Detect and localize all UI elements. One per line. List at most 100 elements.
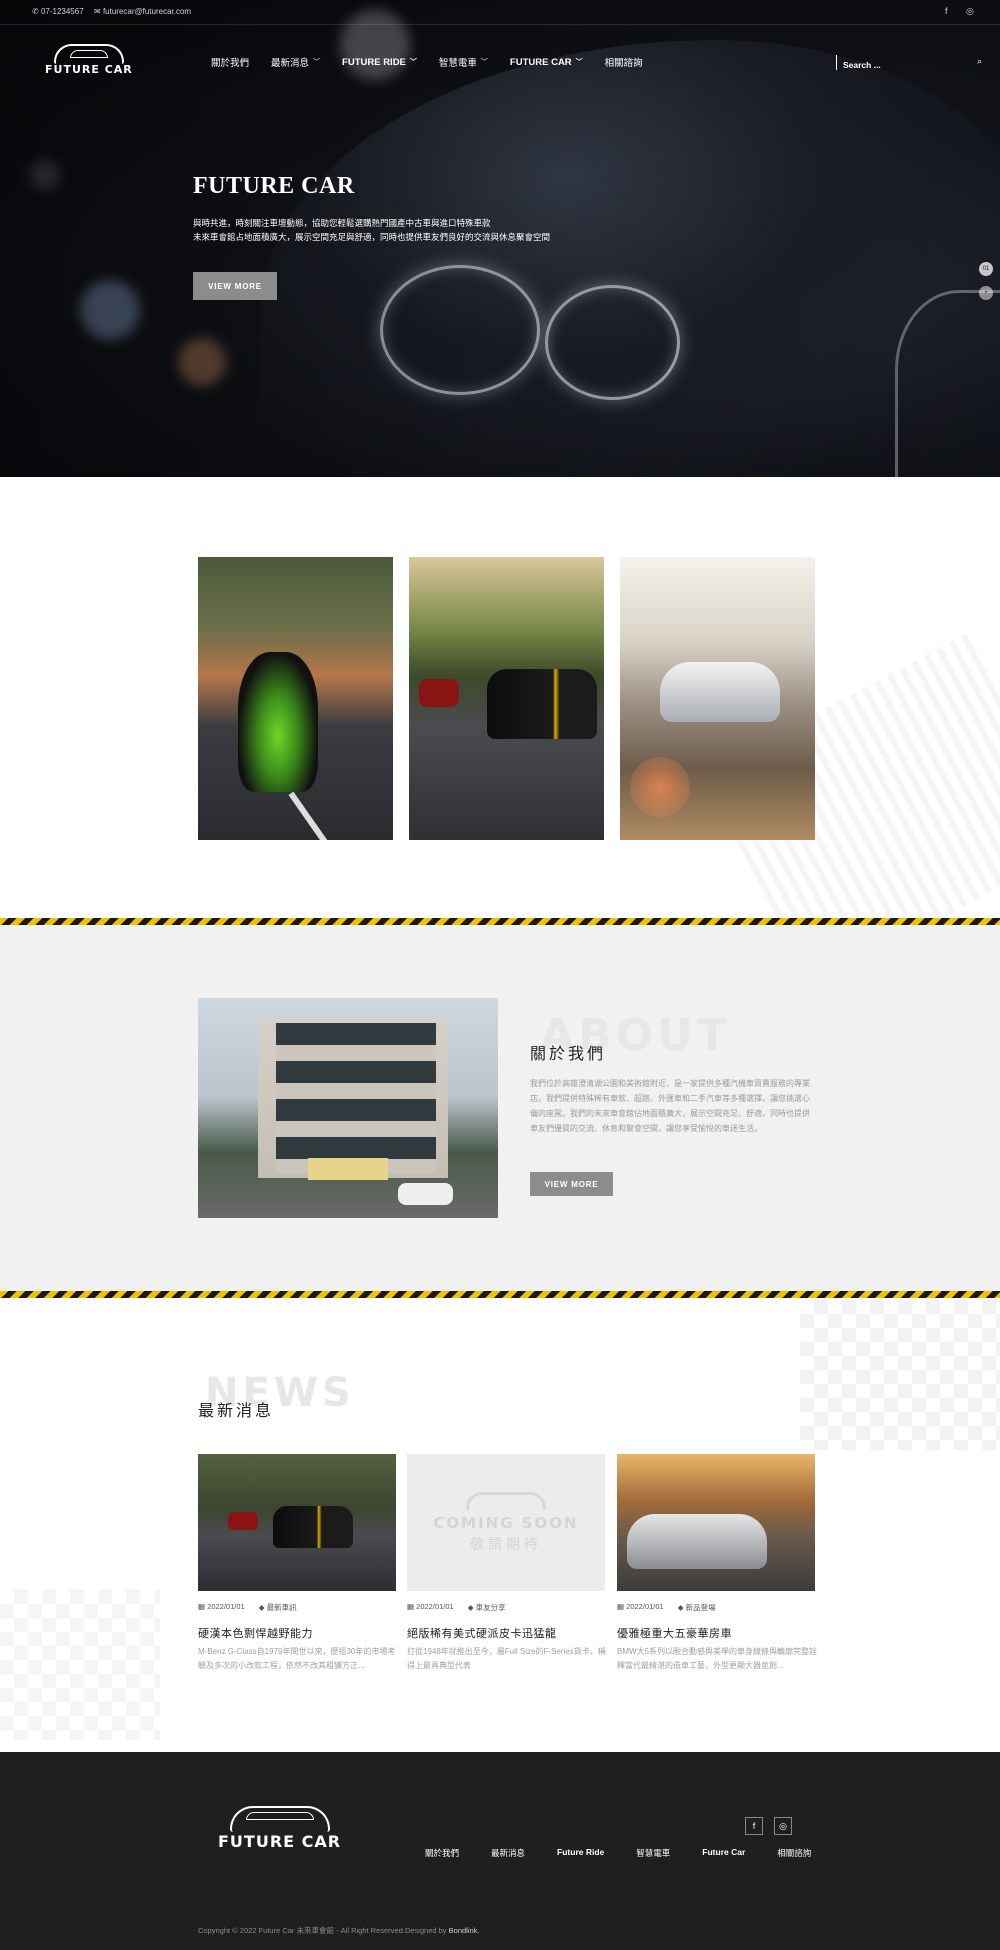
motorcycle-rider-shape — [238, 652, 318, 792]
footer-link-consult[interactable]: 相關諮詢 — [777, 1847, 811, 1859]
car-logo-icon — [53, 44, 124, 64]
photo-silver-sports-car[interactable] — [620, 557, 815, 840]
about-building-photo[interactable] — [198, 998, 498, 1218]
news-date: 2022/01/01 — [416, 1602, 454, 1611]
news-title-1[interactable]: 硬漢本色剽悍越野能力 — [198, 1625, 313, 1641]
footer-instagram-icon[interactable]: ◎ — [774, 1817, 792, 1835]
nav-label: 相關諮詢 — [604, 58, 643, 69]
nav-item-about[interactable]: 關於我們 — [211, 55, 249, 69]
footer-link-news[interactable]: 最新消息 — [491, 1847, 525, 1859]
checkered-flag-decoration — [0, 1590, 160, 1740]
chevron-down-icon: ﹀ — [409, 59, 417, 66]
calendar-icon: ▦ 2022/01/01 — [617, 1602, 664, 1611]
news-title-3[interactable]: 優雅極重大五豪華房車 — [617, 1625, 732, 1641]
news-meta-3: ▦ 2022/01/01 ◆ 新品登場 — [617, 1602, 716, 1613]
building-light — [308, 1158, 388, 1180]
news-excerpt-1: M-Benz G-Class自1979年問世以來，歷經30年的市場考驗及多次的小… — [198, 1647, 396, 1670]
tag-icon[interactable]: ◆ 新品登場 — [678, 1602, 716, 1613]
news-meta-1: ▦ 2022/01/01 ◆ 最新車訊 — [198, 1602, 297, 1613]
coming-soon-zh: 敬請期待 — [470, 1535, 542, 1552]
email-contact[interactable]: ✉ futurecar@futurecar.com — [94, 7, 191, 16]
footer-link-smart-ev[interactable]: 智慧電車 — [636, 1847, 670, 1859]
news-tag: 新品登場 — [685, 1603, 716, 1612]
parked-car — [398, 1183, 453, 1205]
about-title: 關於我們 — [530, 1046, 607, 1063]
news-meta-2: ▦ 2022/01/01 ◆ 車友分享 — [407, 1602, 506, 1613]
about-view-more-button[interactable]: VIEW MORE — [530, 1172, 613, 1196]
footer-link-future-ride[interactable]: Future Ride — [557, 1847, 604, 1859]
photo-motorcycle[interactable] — [198, 557, 393, 840]
black-car-shape — [273, 1506, 353, 1548]
footer-logo-text: FUTURE CAR — [218, 1832, 342, 1851]
email-text: futurecar@futurecar.com — [102, 7, 192, 16]
news-excerpt-2: 打從1948年就推出至今，屬Full Size的F-Series貨卡，稱得上最具… — [407, 1647, 606, 1670]
caution-stripe-top — [0, 918, 1000, 925]
red-car-shape — [228, 1512, 258, 1530]
news-photo-1[interactable] — [198, 1454, 396, 1591]
news-title: 最新消息 — [198, 1403, 275, 1420]
top-bar: ✆ 07-1234567 ✉ futurecar@futurecar.com f… — [0, 0, 1000, 25]
chevron-down-icon: ﹀ — [575, 59, 583, 66]
footer-logo[interactable]: FUTURE CAR — [218, 1806, 341, 1851]
chevron-down-icon: ﹀ — [313, 59, 321, 66]
silver-car-shape — [660, 662, 780, 722]
footer-facebook-icon[interactable]: f — [745, 1817, 763, 1835]
news-photo-3[interactable] — [617, 1454, 815, 1591]
copyright-main: Copyright © 2022 Future Car 未來車會館 - All … — [198, 1926, 447, 1935]
nav-item-future-car[interactable]: FUTURE CAR ﹀ — [510, 55, 583, 69]
news-tag: 車友分享 — [475, 1603, 506, 1612]
about-text: 我們位於高雄澄清湖公園和美術館附近，是一家提供多種汽機車買賣服務的專業店。我們提… — [530, 1079, 810, 1133]
footer-link-future-car[interactable]: Future Car — [702, 1847, 745, 1859]
nav-item-future-ride[interactable]: FUTURE RIDE ﹀ — [342, 55, 417, 69]
nav-item-news[interactable]: 最新消息 ﹀ — [271, 55, 320, 69]
search-icon[interactable]: ⌕ — [977, 56, 982, 67]
hero-subtitle-line2: 未來車會館占地面積廣大，展示空間充足與舒適，同時也提供車友們良好的交流與休息聚會… — [193, 232, 551, 242]
building-windows — [276, 1023, 436, 1173]
hero-title: FUTURE CAR — [193, 173, 355, 199]
black-car-shape — [487, 669, 597, 739]
car-logo-icon — [466, 1491, 546, 1510]
nav-label: 最新消息 — [271, 58, 310, 69]
phone-text: 07-1234567 — [40, 7, 84, 16]
news-title-2[interactable]: 絕版稀有美式硬派皮卡迅猛龍 — [407, 1625, 557, 1641]
tag-icon[interactable]: ◆ 車友分享 — [468, 1602, 506, 1613]
lens-flare — [630, 757, 690, 817]
designer-link[interactable]: Bondlink. — [449, 1926, 480, 1935]
news-excerpt-3: BMW大5系列以融合動感與美學的車身線條與輪廓完整詮釋當代最精湛的造車工藝，外型… — [617, 1647, 817, 1670]
search-input[interactable] — [837, 60, 957, 70]
nav-label: 關於我們 — [211, 58, 250, 69]
nav-item-consult[interactable]: 相關諮詢 — [605, 55, 643, 69]
chevron-down-icon: ﹀ — [480, 59, 488, 66]
phone-icon: ✆ — [32, 7, 39, 16]
footer-link-about[interactable]: 關於我們 — [425, 1847, 459, 1859]
instagram-icon[interactable]: ◎ — [966, 6, 974, 17]
copyright-text: Copyright © 2022 Future Car 未來車會館 - All … — [198, 1925, 480, 1936]
nav-label: FUTURE RIDE — [342, 56, 406, 68]
site-logo[interactable]: FUTURE CAR — [45, 44, 133, 76]
nav-label: FUTURE CAR — [509, 56, 572, 68]
car-logo-icon — [229, 1806, 330, 1832]
main-nav: 關於我們 最新消息 ﹀ FUTURE RIDE ﹀ 智慧電車 ﹀ FUTURE CAR… — [211, 55, 665, 70]
tag-icon[interactable]: ◆ 最新車訊 — [259, 1602, 297, 1613]
nav-label: 智慧電車 — [438, 58, 477, 69]
coming-soon-en: COMING SOON — [433, 1513, 579, 1532]
phone-contact[interactable]: ✆ 07-1234567 — [32, 7, 84, 16]
hero-view-more-button[interactable]: VIEW MORE — [193, 272, 277, 300]
facebook-icon[interactable]: f — [945, 6, 948, 16]
photo-muscle-cars[interactable] — [409, 557, 604, 840]
news-date: 2022/01/01 — [207, 1602, 245, 1611]
news-photo-2-placeholder[interactable]: COMING SOON 敬請期待 — [407, 1454, 605, 1591]
mail-icon: ✉ — [94, 7, 101, 16]
about-section — [0, 925, 1000, 1292]
news-tag: 最新車訊 — [266, 1603, 297, 1612]
calendar-icon: ▦ 2022/01/01 — [198, 1602, 245, 1611]
slide-indicator-current[interactable]: 01 — [979, 262, 993, 276]
calendar-icon: ▦ 2022/01/01 — [407, 1602, 454, 1611]
silver-car-shape — [627, 1514, 767, 1569]
nav-item-smart-ev[interactable]: 智慧電車 ﹀ — [439, 55, 488, 69]
search-box: ⌕ — [836, 55, 982, 70]
road-line — [288, 791, 334, 840]
news-date: 2022/01/01 — [626, 1602, 664, 1611]
caution-stripe-bottom — [0, 1291, 1000, 1298]
slide-indicator-next[interactable]: • — [979, 286, 993, 300]
